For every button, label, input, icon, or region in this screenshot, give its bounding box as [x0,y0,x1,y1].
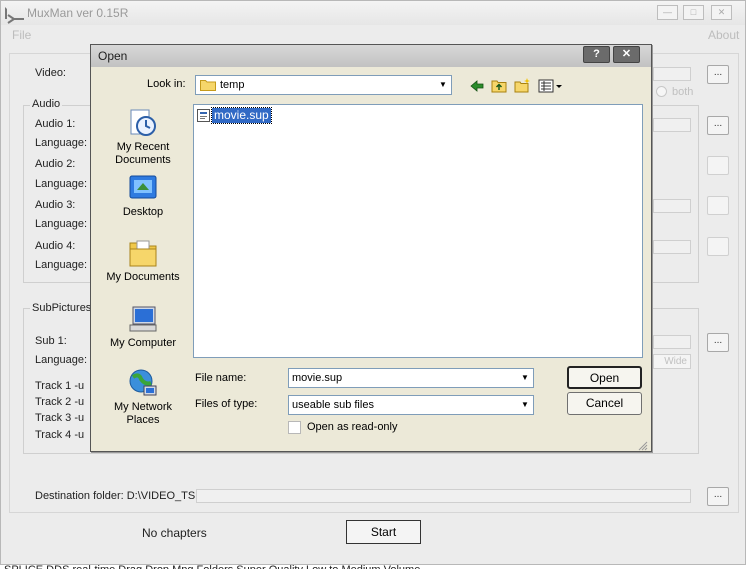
open-button[interactable]: Open [567,366,642,389]
chevron-down-icon[interactable]: ▼ [519,372,531,384]
file-name: movie.sup [211,107,272,124]
dialog-title-bar: Open [91,45,651,67]
audio2-language-label: Language: [35,178,87,190]
sub1-label: Sub 1: [35,335,67,347]
audio4-label: Audio 4: [35,240,76,252]
audio1-language-label: Language: [35,137,87,149]
places-computer-label: My Computer [109,337,177,349]
new-folder-icon[interactable] [514,77,531,94]
places-desktop[interactable]: Desktop [99,172,187,219]
menu-about[interactable]: About [708,25,739,45]
chapters-label: No chapters [142,526,207,540]
files-of-type-value: useable sub files [292,399,374,411]
start-button[interactable]: Start [346,520,421,544]
audio1-browse-button[interactable]: ... [707,116,729,135]
main-close-button[interactable]: ✕ [711,5,732,20]
sub1-browse-button[interactable]: ... [707,333,729,352]
places-computer[interactable]: My Computer [99,303,187,350]
view-menu-icon[interactable] [538,78,564,94]
back-icon[interactable] [469,78,485,94]
audio-group-label: Audio [30,98,63,110]
resize-grip-icon[interactable] [636,439,648,451]
subpictures-group-label: SubPictures [30,302,94,314]
folder-icon [200,79,216,91]
places-recent[interactable]: My Recent Documents [99,107,187,167]
menu-file[interactable]: File [12,25,31,45]
audio3-browse-button[interactable] [707,196,729,215]
audio1-field[interactable] [653,118,691,132]
destination-field[interactable] [196,489,691,503]
maximize-button[interactable]: □ [683,5,704,20]
file-icon [197,109,210,122]
status-bar: SPLICE DDS real-time Drag Drop Mpg Folde… [4,562,744,569]
video-label: Video: [35,67,66,79]
open-dialog: Open ? ✕ Look in: temp ▼ My Recent Docum… [90,44,652,452]
audio3-language-label: Language: [35,218,87,230]
track3-label: Track 3 -u [35,412,85,424]
file-name-input[interactable]: movie.sup ▼ [288,368,534,388]
main-title-text: MuxMan ver 0.15R [27,6,129,20]
places-recent-label: My Recent Documents [115,141,171,166]
menu-bar: File About [1,25,745,45]
file-name-value: movie.sup [292,372,343,384]
places-network[interactable]: My Network Places [99,367,187,427]
chevron-down-icon[interactable]: ▼ [519,399,531,411]
audio4-field[interactable] [653,240,691,254]
places-documents-label: My Documents [106,271,180,283]
look-in-label: Look in: [147,78,186,90]
main-title-bar: MuxMan ver 0.15R [1,1,745,25]
files-of-type-select[interactable]: useable sub files ▼ [288,395,534,415]
file-list[interactable]: movie.sup [193,104,643,358]
audio3-field[interactable] [653,199,691,213]
sub-language-label: Language: [35,354,87,366]
recent-documents-icon [127,107,159,139]
read-only-label: Open as read-only [307,421,398,433]
my-documents-icon [127,237,159,269]
video-field[interactable] [653,67,691,81]
track2-label: Track 2 -u [35,396,85,408]
network-places-icon [127,367,159,399]
dialog-title: Open [98,49,128,63]
sub1-field[interactable] [653,335,691,349]
audio4-language-label: Language: [35,259,87,271]
audio2-label: Audio 2: [35,158,76,170]
dialog-help-button[interactable]: ? [583,46,610,63]
dialog-close-button[interactable]: ✕ [613,46,640,63]
cancel-button[interactable]: Cancel [567,392,642,415]
destination-browse-button[interactable]: ... [707,487,729,506]
chevron-down-icon[interactable]: ▼ [437,79,449,91]
minimize-button[interactable]: — [657,5,678,20]
places-network-label: My Network Places [113,401,173,426]
files-of-type-label: Files of type: [195,398,258,410]
wide-button[interactable]: Wide [653,354,691,369]
look-in-combo[interactable]: temp ▼ [195,75,452,95]
my-computer-icon [127,303,159,335]
desktop-icon [127,172,159,204]
track1-label: Track 1 -u [35,380,85,392]
audio4-browse-button[interactable] [707,237,729,256]
destination-label: Destination folder: D:\VIDEO_TS [35,490,196,502]
places-documents[interactable]: My Documents [99,237,187,284]
both-label: both [672,86,694,98]
audio1-label: Audio 1: [35,118,76,130]
look-in-value: temp [220,79,245,91]
app-icon [5,7,24,24]
audio3-label: Audio 3: [35,199,76,211]
read-only-checkbox[interactable] [288,421,301,434]
video-browse-button[interactable]: ... [707,65,729,84]
places-desktop-label: Desktop [122,206,164,218]
file-name-label: File name: [195,372,247,384]
track4-label: Track 4 -u [35,429,85,441]
audio2-browse-button[interactable] [707,156,729,175]
both-radio[interactable] [656,86,667,97]
up-folder-icon[interactable] [491,78,507,94]
